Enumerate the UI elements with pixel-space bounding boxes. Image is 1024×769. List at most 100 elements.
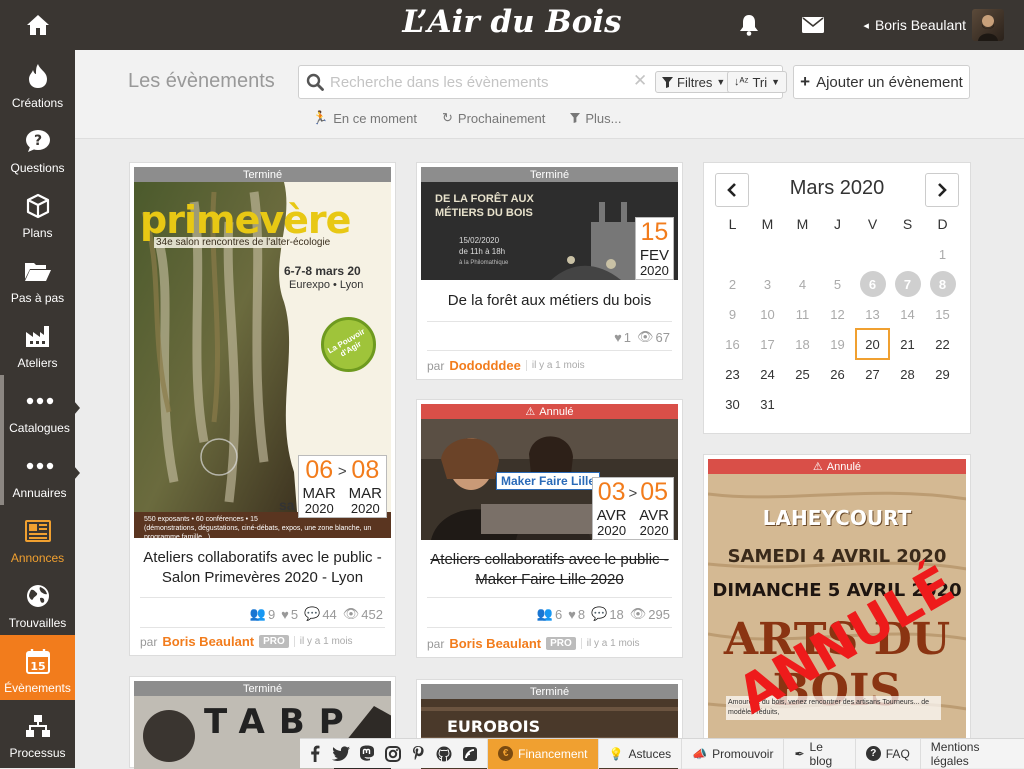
footer-link-mentions[interactable]: Mentions légales — [919, 738, 1024, 769]
home-button[interactable] — [0, 0, 75, 50]
calendar-day[interactable]: 30 — [715, 389, 750, 419]
calendar-day[interactable]: 8 — [925, 269, 960, 299]
filters-dropdown[interactable]: Filtres ▼ — [655, 71, 733, 93]
sidebar-item-processus[interactable]: Processus — [0, 700, 75, 765]
calendar-day[interactable]: 19 — [820, 329, 855, 359]
calendar-day[interactable]: 13 — [855, 299, 890, 329]
twitter-link[interactable] — [328, 739, 354, 769]
calendar-day[interactable]: 12 — [820, 299, 855, 329]
sidebar-item-label: Annuaires — [12, 486, 67, 500]
facebook-link[interactable] — [302, 739, 328, 769]
calendar-day[interactable]: 20 — [855, 328, 890, 360]
calendar-day[interactable]: 6 — [855, 269, 890, 299]
calendar-day — [750, 239, 785, 269]
calendar-day[interactable]: 2 — [715, 269, 750, 299]
subnav-more[interactable]: Plus... — [570, 110, 622, 126]
event-card[interactable]: Terminé DE LA FORÊT AUX MÉTIERS DU BOIS … — [416, 162, 683, 380]
subnav-now[interactable]: 🏃 En ce moment — [312, 110, 417, 126]
footer-link-faq[interactable]: ? FAQ — [854, 738, 920, 769]
author-link[interactable]: Boris Beaulant — [449, 636, 541, 651]
calendar-day[interactable]: 5 — [820, 269, 855, 299]
calendar-weekday: J — [834, 216, 841, 232]
calendar-day[interactable]: 28 — [890, 359, 925, 389]
instagram-link[interactable] — [380, 739, 406, 769]
calendar-day[interactable]: 27 — [855, 359, 890, 389]
sidebar-item-evenements[interactable]: 15 Évènements — [0, 635, 75, 700]
calendar-next-button[interactable] — [925, 173, 959, 207]
event-card[interactable]: ⚠ Annulé Maker Faire Lille 03 AVR 2020 > 0… — [416, 399, 683, 658]
page-header: Les évènements ✕ Filtres ▼ ↓ᴬᶻ Tri ▼ + A… — [75, 50, 1024, 139]
calendar-day[interactable]: 22 — [925, 329, 960, 359]
sidebar-item-label: Catalogues — [9, 421, 70, 435]
calendar-day[interactable]: 24 — [750, 359, 785, 389]
sidebar-item-annonces[interactable]: Annonces — [0, 505, 75, 570]
poster-title: DE LA FORÊT AUX MÉTIERS DU BOIS — [435, 193, 534, 219]
footer-link-promouvoir[interactable]: 📣 Promouvoir — [681, 738, 783, 769]
add-event-button[interactable]: + Ajouter un évènement — [793, 65, 970, 99]
event-card[interactable]: ⚠ Annulé LAHEYCOURT SAMEDI 4 AVRIL 2020 … — [703, 454, 971, 744]
home-icon — [26, 15, 49, 35]
event-poster[interactable]: Maker Faire Lille 03 AVR 2020 > 05 AVR 2020 — [421, 419, 678, 540]
footer-link-financement[interactable]: € Financement — [487, 738, 598, 769]
author-link[interactable]: Dododddee — [449, 358, 521, 373]
sidebar-item-questions[interactable]: ? Questions — [0, 115, 75, 180]
sort-dropdown[interactable]: ↓ᴬᶻ Tri ▼ — [727, 71, 788, 93]
comment-icon: 💬 — [591, 606, 608, 621]
event-poster[interactable]: LAHEYCOURT SAMEDI 4 AVRIL 2020 DIMANCHE … — [708, 474, 966, 744]
event-title[interactable]: De la forêt aux métiers du bois — [427, 291, 672, 311]
sidebar-item-trouvailles[interactable]: Trouvailles — [0, 570, 75, 635]
calendar-day[interactable]: 4 — [785, 269, 820, 299]
sidebar-item-ateliers[interactable]: Ateliers — [0, 310, 75, 375]
sidebar-item-plans[interactable]: Plans — [0, 180, 75, 245]
event-poster[interactable]: primevère 34e salon rencontres de l'alte… — [134, 182, 391, 538]
footer-link-blog[interactable]: ✒ Le blog — [783, 738, 854, 769]
event-author-line: par Boris Beaulant PRO il y a 1 mois — [427, 636, 640, 651]
sidebar-item-catalogues[interactable]: Catalogues — [0, 375, 80, 440]
search-input[interactable] — [330, 73, 630, 91]
pinterest-link[interactable] — [406, 739, 432, 769]
calendar-weekday: V — [867, 216, 878, 232]
github-icon — [436, 746, 452, 761]
messages-button[interactable] — [793, 0, 833, 50]
mastodon-link[interactable] — [354, 739, 380, 769]
event-card[interactable]: Terminé primevère 34e salon rencontres d… — [129, 162, 396, 656]
sidebar-item-creations[interactable]: Créations — [0, 50, 75, 115]
user-menu[interactable]: ◂ Boris Beaulant — [863, 9, 1004, 41]
author-link[interactable]: Boris Beaulant — [162, 634, 254, 649]
sidebar-item-annuaires[interactable]: Annuaires — [0, 440, 80, 505]
calendar-day[interactable]: 16 — [715, 329, 750, 359]
clear-search-icon[interactable]: ✕ — [633, 71, 647, 91]
event-author-line: par Boris Beaulant PRO il y a 1 mois — [140, 634, 353, 649]
calendar-day[interactable]: 25 — [785, 359, 820, 389]
calendar-day[interactable]: 9 — [715, 299, 750, 329]
github-link[interactable] — [431, 739, 457, 769]
calendar-day[interactable]: 29 — [925, 359, 960, 389]
event-title[interactable]: Ateliers collaboratifs avec le public - … — [427, 550, 672, 590]
calendar-day[interactable]: 21 — [890, 329, 925, 359]
subnav-label: Plus... — [585, 110, 622, 126]
calendar-day[interactable]: 10 — [750, 299, 785, 329]
calendar-day[interactable]: 26 — [820, 359, 855, 389]
subnav-soon[interactable]: ↻ Prochainement — [442, 110, 545, 126]
calendar-day[interactable]: 15 — [925, 299, 960, 329]
calendar-day[interactable]: 18 — [785, 329, 820, 359]
poster-place: à la Philomathique — [459, 260, 509, 266]
footer-link-astuces[interactable]: 💡 Astuces — [597, 738, 682, 769]
event-poster[interactable]: DE LA FORÊT AUX MÉTIERS DU BOIS 15/02/20… — [421, 182, 678, 280]
calendar-day[interactable]: 14 — [890, 299, 925, 329]
caret-left-icon: ◂ — [863, 19, 869, 32]
calendar-day[interactable]: 11 — [785, 299, 820, 329]
event-date: 06 MAR 2020 > 08 MAR 2020 — [297, 455, 387, 518]
calendar-day[interactable]: 17 — [750, 329, 785, 359]
calendar-day[interactable]: 3 — [750, 269, 785, 299]
calendar-day[interactable]: 23 — [715, 359, 750, 389]
calendar-day[interactable]: 31 — [750, 389, 785, 419]
blog-feed-link[interactable] — [457, 739, 483, 769]
avatar — [972, 9, 1004, 41]
calendar-day[interactable]: 1 — [925, 239, 960, 269]
notifications-button[interactable] — [729, 0, 769, 50]
calendar-day[interactable]: 7 — [890, 269, 925, 299]
calendar-prev-button[interactable] — [715, 173, 749, 207]
event-title[interactable]: Ateliers collaboratifs avec le public - … — [140, 548, 385, 588]
sidebar-item-pas-a-pas[interactable]: Pas à pas — [0, 245, 75, 310]
